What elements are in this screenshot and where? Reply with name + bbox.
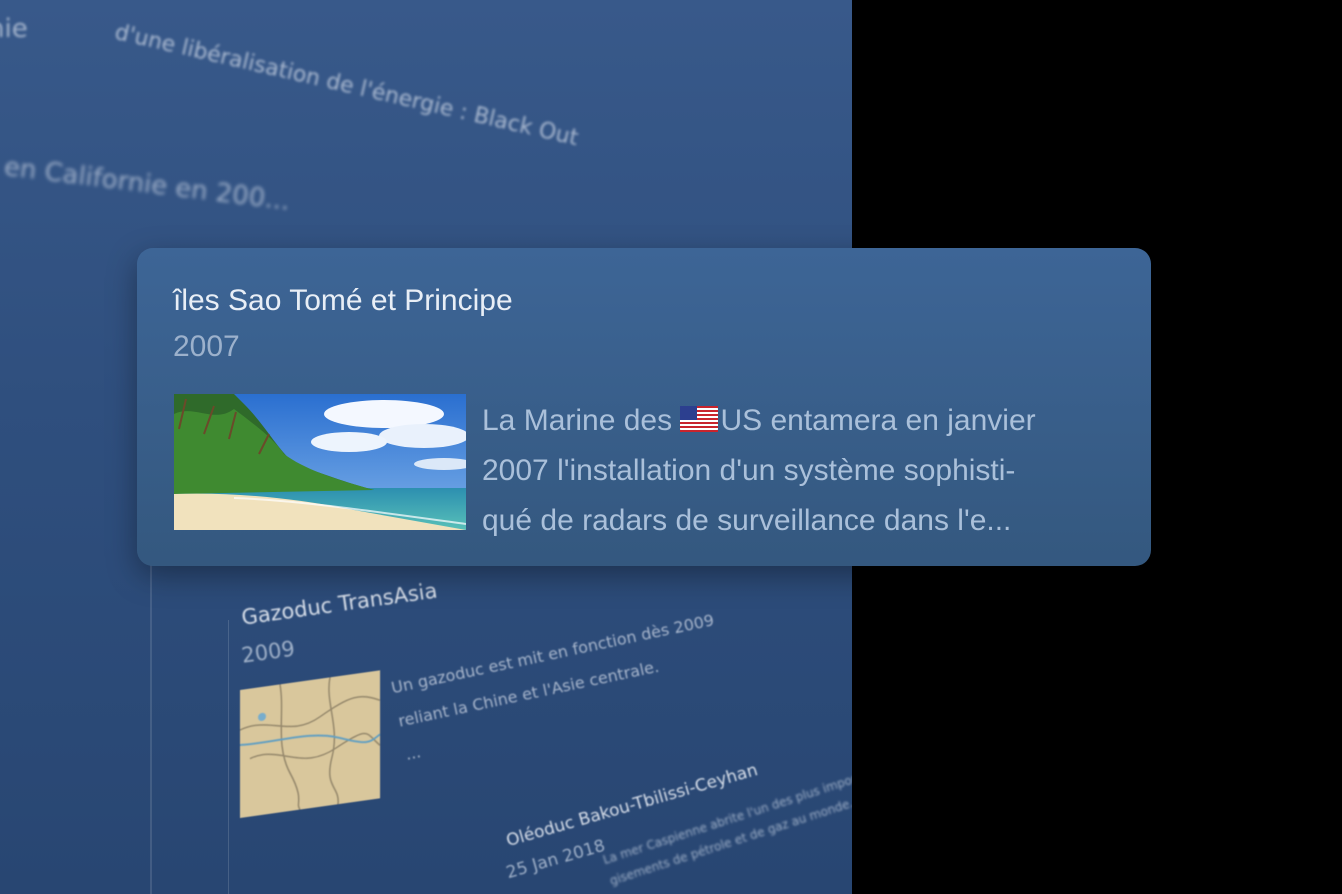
card-description: La Marine des US entamera en janvier 200…	[482, 396, 1132, 546]
card-description: Un gazoduc est mit en fonction dès 2009 …	[389, 610, 716, 764]
us-flag-icon	[680, 398, 719, 432]
card-year: 2007	[173, 330, 240, 363]
description-text: La Marine des	[482, 404, 681, 437]
description-text: 2007 l'installation d'un système sophist…	[482, 454, 1016, 537]
description-text: US entamera en janvier	[720, 404, 1036, 437]
card-title[interactable]: Gazoduc TransAsia	[240, 579, 439, 630]
card-title: îles Sao Tomé et Principe	[173, 284, 513, 317]
beach-photo-thumbnail	[174, 394, 466, 530]
focused-event-card[interactable]: îles Sao Tomé et Principe 2007 La Marine…	[137, 248, 1151, 566]
card-year: 2009	[240, 636, 297, 668]
map-thumbnail[interactable]	[240, 670, 380, 818]
